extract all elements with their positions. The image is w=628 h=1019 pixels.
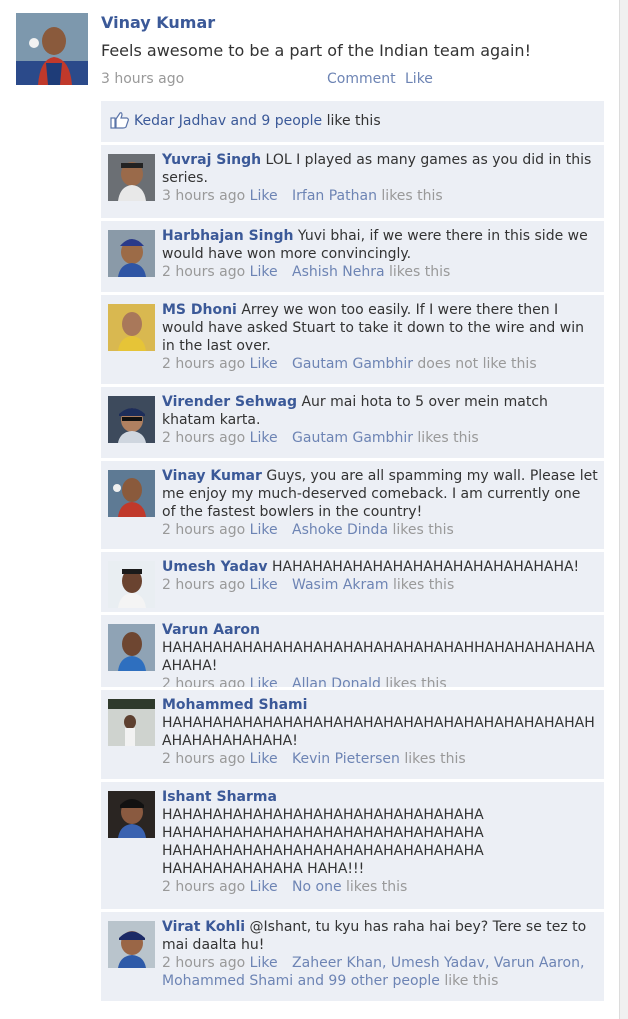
comment-item: Yuvraj Singh LOL I played as many games …	[101, 142, 604, 218]
comment-meta: 2 hours ago Like No one likes this	[162, 878, 492, 896]
commenter-avatar[interactable]	[108, 699, 155, 746]
comment-like-link[interactable]: Like	[250, 879, 278, 895]
comment-item: Umesh Yadav HAHAHAHAHAHAHAHAHAHAHAHAHAHA…	[101, 549, 604, 612]
comment-like-link[interactable]: Like	[250, 751, 278, 767]
post-timestamp[interactable]: 3 hours ago	[101, 71, 184, 87]
commenter-name[interactable]: MS Dhoni	[162, 302, 237, 318]
likes-suffix: like this	[326, 113, 381, 129]
comment-likers-suffix: likes this	[346, 879, 408, 895]
comment-body: Umesh Yadav HAHAHAHAHAHAHAHAHAHAHAHAHAHA…	[162, 558, 598, 594]
comment-item: Mohammed Shami HAHAHAHAHAHAHAHAHAHAHAHAH…	[101, 687, 604, 779]
comment-body: Virat Kohli @Ishant, tu kyu has raha hai…	[162, 918, 598, 990]
thumbs-up-icon	[110, 111, 130, 129]
comment-timestamp[interactable]: 2 hours ago	[162, 430, 245, 446]
comment-timestamp[interactable]: 2 hours ago	[162, 356, 245, 372]
comment-like-link[interactable]: Like	[250, 356, 278, 372]
commenter-name[interactable]: Virender Sehwag	[162, 394, 297, 410]
comment-likers-link[interactable]: Kevin Pietersen	[292, 751, 400, 767]
comment-timestamp[interactable]: 2 hours ago	[162, 751, 245, 767]
likers-link[interactable]: Kedar Jadhav and 9 people	[134, 113, 322, 129]
comment-item: Virat Kohli @Ishant, tu kyu has raha hai…	[101, 909, 604, 1001]
comment-likers-link[interactable]: Ashish Nehra	[292, 264, 385, 280]
comment-meta: 2 hours ago Like Ashish Nehra likes this	[162, 263, 598, 281]
commenter-avatar[interactable]	[108, 230, 155, 277]
commenter-avatar[interactable]	[108, 624, 155, 671]
comment-item: Ishant Sharma HAHAHAHAHAHAHAHAHAHAHAHAHA…	[101, 779, 604, 909]
commenter-name[interactable]: Ishant Sharma	[162, 789, 277, 805]
commenter-avatar[interactable]	[108, 396, 155, 443]
comment-timestamp[interactable]: 2 hours ago	[162, 522, 245, 538]
commenter-avatar[interactable]	[108, 791, 155, 838]
comment-body: MS Dhoni Arrey we won too easily. If I w…	[162, 301, 598, 373]
commenter-name[interactable]: Vinay Kumar	[162, 468, 262, 484]
comment-likers-link[interactable]: Ashoke Dinda	[292, 522, 388, 538]
comment-text: HAHAHAHAHAHAHAHAHAHAHAHAHAHAHAHAHAHAHAHA…	[162, 715, 595, 749]
commenter-avatar[interactable]	[108, 304, 155, 351]
comment-meta: 3 hours ago Like Irfan Pathan likes this	[162, 187, 598, 205]
post-status-text: Feels awesome to be a part of the Indian…	[101, 41, 531, 60]
comment-likers-suffix: likes this	[389, 264, 451, 280]
comment-like-link[interactable]: Like	[250, 577, 278, 593]
comment-likers-suffix: likes this	[392, 522, 454, 538]
comment-likers-link[interactable]: Irfan Pathan	[292, 188, 377, 204]
commenter-name[interactable]: Virat Kohli	[162, 919, 245, 935]
comment-meta: 2 hours ago Like Zaheer Khan, Umesh Yada…	[162, 954, 598, 990]
comment-body: Harbhajan Singh Yuvi bhai, if we were th…	[162, 227, 598, 281]
comment-likers-suffix: likes this	[417, 430, 479, 446]
comment-body: Varun Aaron HAHAHAHAHAHAHAHAHAHAHAHAHAHA…	[162, 621, 598, 693]
comment-body: Ishant Sharma HAHAHAHAHAHAHAHAHAHAHAHAHA…	[162, 788, 492, 896]
comment-meta: 2 hours ago Like Gautam Gambhir does not…	[162, 355, 598, 373]
comment-like-link[interactable]: Like	[250, 430, 278, 446]
comment-meta: 2 hours ago Like Kevin Pietersen likes t…	[162, 750, 598, 768]
comment-timestamp[interactable]: 2 hours ago	[162, 577, 245, 593]
post-author-name[interactable]: Vinay Kumar	[101, 13, 215, 32]
comment-like-link[interactable]: Like	[250, 522, 278, 538]
comment-timestamp[interactable]: 2 hours ago	[162, 264, 245, 280]
comment-item: Varun Aaron HAHAHAHAHAHAHAHAHAHAHAHAHAHA…	[101, 612, 604, 692]
commenter-name[interactable]: Yuvraj Singh	[162, 152, 261, 168]
commenter-name[interactable]: Harbhajan Singh	[162, 228, 293, 244]
comment-likers-suffix: likes this	[381, 188, 443, 204]
comment-meta: 2 hours ago Like Gautam Gambhir likes th…	[162, 429, 598, 447]
comment-body: Virender Sehwag Aur mai hota to 5 over m…	[162, 393, 598, 447]
comment-likers-link[interactable]: Wasim Akram	[292, 577, 388, 593]
commenter-name[interactable]: Mohammed Shami	[162, 697, 307, 713]
commenter-name[interactable]: Umesh Yadav	[162, 559, 268, 575]
comment-body: Yuvraj Singh LOL I played as many games …	[162, 151, 598, 205]
window-right-edge	[619, 0, 628, 1019]
comment-timestamp[interactable]: 3 hours ago	[162, 188, 245, 204]
comment-timestamp[interactable]: 2 hours ago	[162, 955, 245, 971]
comment-item: Vinay Kumar Guys, you are all spamming m…	[101, 458, 604, 549]
comment-timestamp[interactable]: 2 hours ago	[162, 879, 245, 895]
post-author-avatar[interactable]	[16, 13, 88, 85]
comment-item: Virender Sehwag Aur mai hota to 5 over m…	[101, 384, 604, 458]
comment-like-link[interactable]: Like	[250, 264, 278, 280]
commenter-avatar[interactable]	[108, 154, 155, 201]
commenter-name[interactable]: Varun Aaron	[162, 622, 260, 638]
comment-likers-suffix: like this	[444, 973, 499, 989]
comment-like-link[interactable]: Like	[250, 188, 278, 204]
comment-likers-suffix: likes this	[392, 577, 455, 593]
commenter-avatar[interactable]	[108, 561, 155, 608]
comment-text: HAHAHAHAHAHAHAHAHAHAHAHAHAHAHAHHAHAHAHAH…	[162, 640, 595, 674]
comment-item: Harbhajan Singh Yuvi bhai, if we were th…	[101, 218, 604, 292]
comment-likers-suffix: likes this	[404, 751, 466, 767]
commenter-avatar[interactable]	[108, 470, 155, 517]
comment-meta: 2 hours ago Like Ashoke Dinda likes this	[162, 521, 598, 539]
comment-body: Vinay Kumar Guys, you are all spamming m…	[162, 467, 598, 539]
comment-body: Mohammed Shami HAHAHAHAHAHAHAHAHAHAHAHAH…	[162, 696, 598, 768]
comment-like-link[interactable]: Like	[250, 955, 278, 971]
likes-summary: Kedar Jadhav and 9 people like this	[101, 101, 604, 142]
comment-text: HAHAHAHAHAHAHAHAHAHAHAHAHAHAHAHA HAHAHAH…	[162, 807, 484, 877]
comment-likers-link[interactable]: Gautam Gambhir	[292, 356, 413, 372]
commenter-avatar[interactable]	[108, 921, 155, 968]
comment-likers-link[interactable]: Gautam Gambhir	[292, 430, 413, 446]
post-comment-link[interactable]: Comment	[327, 71, 396, 87]
post-like-link[interactable]: Like	[405, 71, 433, 87]
comment-item: MS Dhoni Arrey we won too easily. If I w…	[101, 292, 604, 384]
comment-likers-suffix: does not like this	[417, 356, 537, 372]
comment-meta: 2 hours ago Like Wasim Akram likes this	[162, 576, 598, 594]
comment-text: HAHAHAHAHAHAHAHAHAHAHAHAHAHAHA!	[271, 559, 580, 575]
comment-likers-link[interactable]: No one	[292, 879, 342, 895]
